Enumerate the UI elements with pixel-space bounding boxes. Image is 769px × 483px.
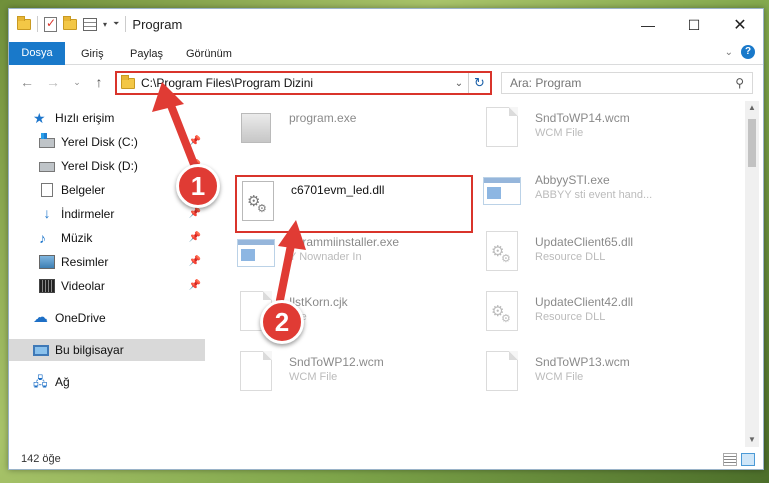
arrow-2-head xyxy=(278,220,306,250)
arrow-1-shaft xyxy=(166,99,201,176)
arrow-1-head xyxy=(152,82,184,112)
step-1-badge: 1 xyxy=(176,164,220,208)
step-2-badge: 2 xyxy=(260,300,304,344)
annotation-arrows xyxy=(152,82,306,304)
arrow-2-shaft xyxy=(276,236,296,304)
